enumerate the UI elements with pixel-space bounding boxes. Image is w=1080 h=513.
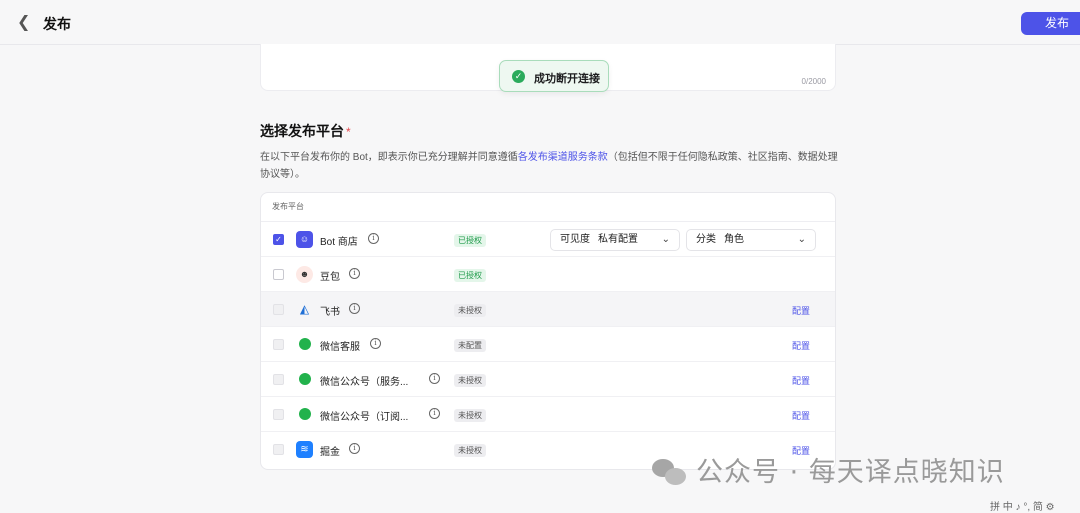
wechat-logo-icon [652, 457, 688, 487]
platform-name: 豆包 [320, 272, 340, 283]
info-icon[interactable]: i [429, 373, 440, 384]
check-circle-icon: ✓ [512, 70, 525, 83]
platform-name: 掘金 [320, 447, 340, 458]
status-badge: 未授权 [454, 409, 486, 422]
configure-link[interactable]: 配置 [792, 339, 810, 352]
desc-prefix: 在以下平台发布你的 Bot，即表示你已充分理解并同意遵循 [260, 152, 518, 163]
info-icon[interactable]: i [349, 303, 360, 314]
status-badge: 未配置 [454, 339, 486, 352]
category-label: 分类 [696, 234, 716, 245]
platform-name: 微信公众号（订阅... [320, 412, 409, 423]
top-bar: ❮ 发布 发布 [0, 0, 1080, 45]
table-row: ✓ ☺ Bot 商店 i 已授权 可见度 私有配置 ⌄ 分类 角色 ⌄ [261, 222, 835, 257]
checkbox-feishu[interactable] [273, 304, 284, 315]
platform-name: 微信客服 [320, 342, 360, 353]
ime-indicator: 拼 中 ♪ °, 简 ⚙ [990, 502, 1055, 513]
bot-store-icon: ☺ [296, 231, 313, 248]
chevron-left-icon[interactable]: ❮ [17, 13, 35, 33]
status-badge: 已授权 [454, 234, 486, 247]
chevron-down-icon: ⌄ [797, 234, 806, 245]
table-row: ◭ 飞书 i 未授权 配置 [261, 292, 835, 327]
visibility-select[interactable]: 可见度 私有配置 ⌄ [550, 229, 680, 251]
table-row: ☻ 豆包 i 已授权 [261, 257, 835, 292]
configure-link[interactable]: 配置 [792, 409, 810, 422]
checkbox-wechat-oa-subscription[interactable] [273, 409, 284, 420]
table-row: 微信公众号（订阅... i 未授权 配置 [261, 397, 835, 432]
platform-name: 飞书 [320, 307, 340, 318]
status-badge: 未授权 [454, 304, 486, 317]
info-icon[interactable]: i [370, 338, 381, 349]
checkbox-bot-store[interactable]: ✓ [273, 234, 284, 245]
checkbox-wechat-service[interactable] [273, 339, 284, 350]
platform-name: Bot 商店 [320, 237, 358, 248]
publish-button[interactable]: 发布 [1021, 12, 1080, 35]
info-icon[interactable]: i [349, 443, 360, 454]
platform-name: 微信公众号（服务... [320, 377, 409, 388]
category-value: 角色 [724, 234, 744, 245]
checkbox-wechat-oa-service[interactable] [273, 374, 284, 385]
watermark: 公众号 · 每天译点晓知识 [652, 450, 1005, 490]
chevron-down-icon: ⌄ [661, 234, 670, 245]
status-badge: 未授权 [454, 444, 486, 457]
wechat-icon [296, 371, 313, 388]
info-icon[interactable]: i [349, 268, 360, 279]
status-badge: 未授权 [454, 374, 486, 387]
checkbox-juejin[interactable] [273, 444, 284, 455]
terms-link[interactable]: 各发布渠道服务条款 [518, 152, 608, 163]
success-toast: ✓ 成功断开连接 [499, 60, 609, 92]
visibility-value: 私有配置 [598, 234, 638, 245]
wechat-icon [296, 336, 313, 353]
checkbox-doubao[interactable] [273, 269, 284, 280]
configure-link[interactable]: 配置 [792, 374, 810, 387]
info-icon[interactable]: i [368, 233, 379, 244]
required-mark: * [346, 125, 351, 139]
wechat-icon [296, 406, 313, 423]
info-icon[interactable]: i [429, 408, 440, 419]
category-select[interactable]: 分类 角色 ⌄ [686, 229, 816, 251]
char-count: 0/2000 [801, 77, 826, 86]
juejin-icon: ≋ [296, 441, 313, 458]
section-title-text: 选择发布平台 [260, 123, 344, 139]
visibility-label: 可见度 [560, 234, 590, 245]
section-description: 在以下平台发布你的 Bot，即表示你已充分理解并同意遵循各发布渠道服务条款（包括… [260, 149, 840, 183]
platform-table: 发布平台 ✓ ☺ Bot 商店 i 已授权 可见度 私有配置 ⌄ 分类 角色 ⌄ ☻… [260, 192, 836, 470]
status-badge: 已授权 [454, 269, 486, 282]
table-header: 发布平台 [261, 193, 835, 222]
page-title: 发布 [43, 16, 71, 32]
toast-message: 成功断开连接 [534, 73, 600, 85]
table-row: 微信公众号（服务... i 未授权 配置 [261, 362, 835, 397]
doubao-icon: ☻ [296, 266, 313, 283]
feishu-icon: ◭ [299, 302, 310, 316]
watermark-text: 公众号 · 每天译点晓知识 [696, 457, 1005, 488]
configure-link[interactable]: 配置 [792, 304, 810, 317]
section-title: 选择发布平台 * [260, 121, 351, 141]
table-row: 微信客服 i 未配置 配置 [261, 327, 835, 362]
